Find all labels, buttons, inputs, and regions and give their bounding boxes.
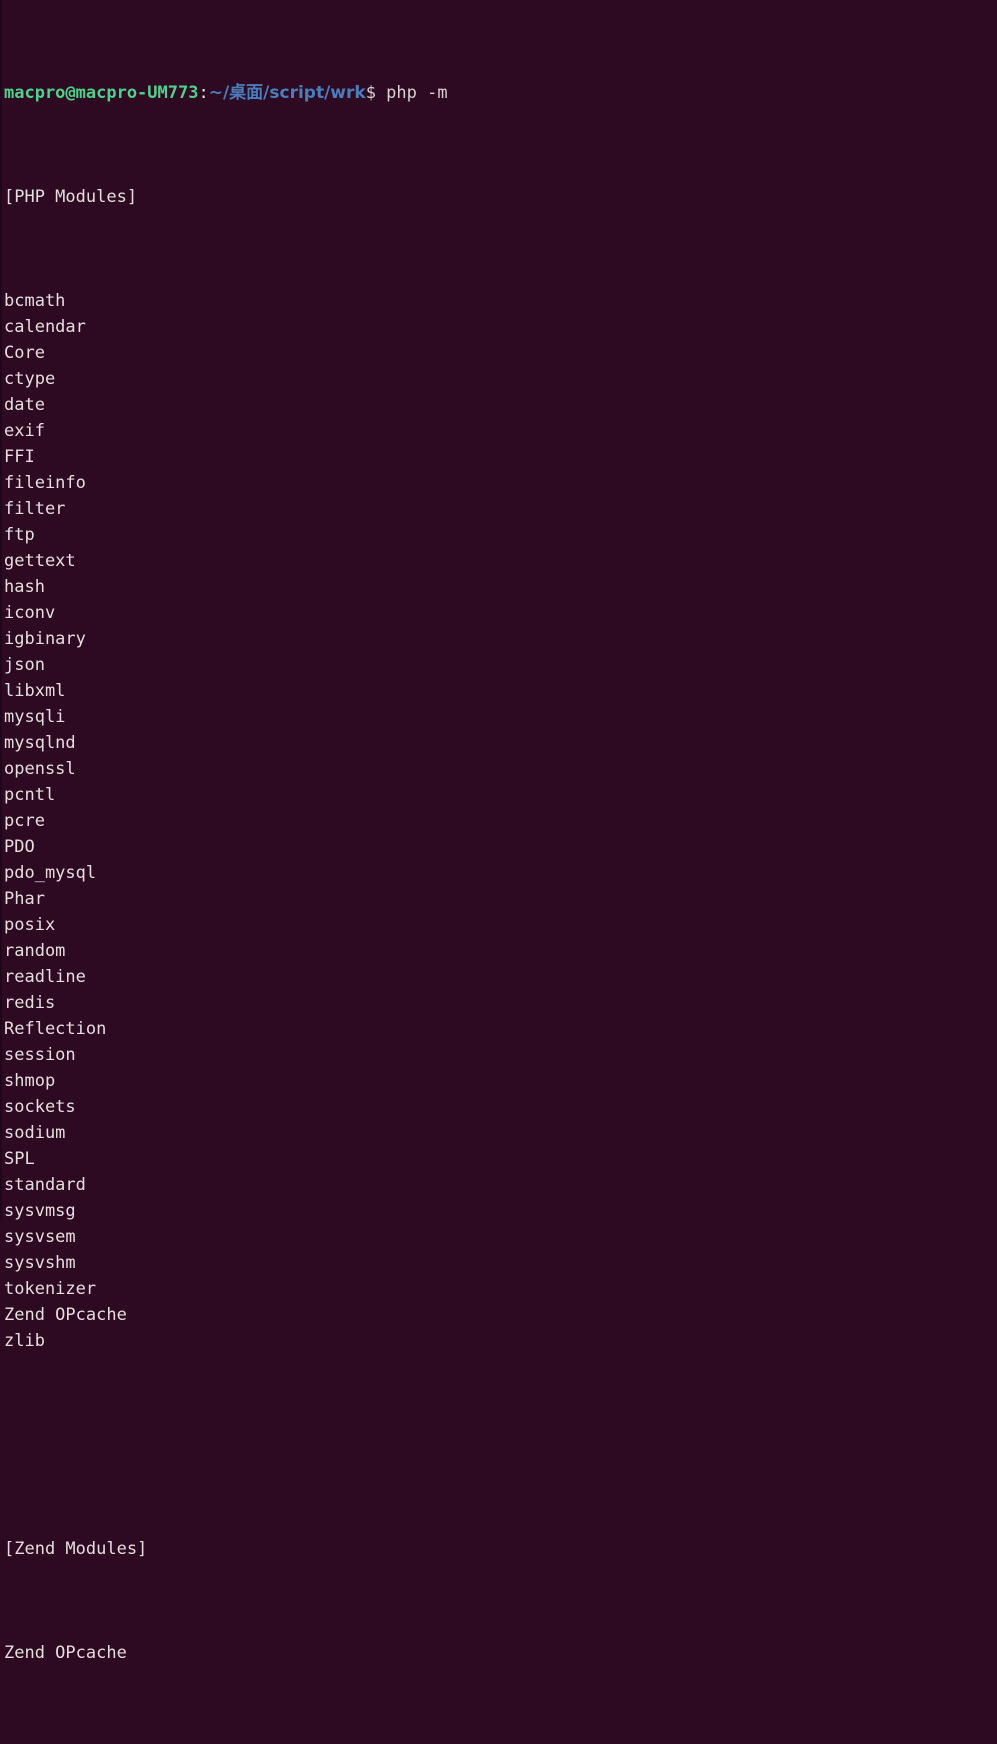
php-module-item: filter	[4, 499, 66, 519]
php-module-item: date	[4, 395, 45, 415]
php-module-item: pcre	[4, 811, 45, 831]
php-module-item: sysvshm	[4, 1253, 76, 1273]
php-module-item: Core	[4, 343, 45, 363]
php-module-item: PDO	[4, 837, 35, 857]
php-module-item: sysvsem	[4, 1227, 76, 1247]
php-module-item: sockets	[4, 1097, 76, 1117]
php-module-item: json	[4, 655, 45, 675]
php-module-item: FFI	[4, 447, 35, 467]
php-module-item: exif	[4, 421, 45, 441]
php-module-item: sodium	[4, 1123, 66, 1143]
php-module-item: bcmath	[4, 291, 66, 311]
prompt-path: ~/桌面/script/wrk	[208, 83, 366, 103]
zend-module-item: Zend OPcache	[4, 1643, 127, 1663]
php-module-item: random	[4, 941, 66, 961]
prompt-line: macpro@macpro-UM773:~/桌面/script/wrk$ php…	[4, 80, 997, 106]
php-module-item: standard	[4, 1175, 86, 1195]
php-module-item: SPL	[4, 1149, 35, 1169]
php-module-item: redis	[4, 993, 56, 1013]
php-module-item: posix	[4, 915, 56, 935]
php-module-item: zlib	[4, 1331, 45, 1351]
prompt-user-host: macpro@macpro-UM773	[4, 83, 199, 103]
php-module-item: fileinfo	[4, 473, 86, 493]
zend-modules-list: Zend OPcache	[4, 1640, 997, 1666]
prompt-colon: :	[198, 83, 209, 103]
php-module-item: iconv	[4, 603, 56, 623]
terminal-window[interactable]: macpro@macpro-UM773:~/桌面/script/wrk$ php…	[0, 0, 997, 1663]
php-module-item: session	[4, 1045, 76, 1065]
php-module-item: igbinary	[4, 629, 86, 649]
php-module-item: openssl	[4, 759, 76, 779]
php-modules-list: bcmath calendar Core ctype date exif FFI filein…	[4, 288, 997, 1354]
php-module-item: pdo_mysql	[4, 863, 97, 883]
php-module-item: Reflection	[4, 1019, 107, 1039]
php-module-item: hash	[4, 577, 45, 597]
php-module-item: ctype	[4, 369, 56, 389]
php-module-item: Phar	[4, 889, 45, 909]
php-module-item: ftp	[4, 525, 35, 545]
prompt-command: $ php -m	[365, 83, 448, 103]
php-module-item: calendar	[4, 317, 86, 337]
terminal-screen[interactable]: macpro@macpro-UM773:~/桌面/script/wrk$ php…	[0, 2, 997, 1744]
php-module-item: readline	[4, 967, 86, 987]
php-module-item: Zend OPcache	[4, 1305, 127, 1325]
php-modules-header: [PHP Modules]	[4, 187, 138, 207]
php-module-item: gettext	[4, 551, 76, 571]
php-module-item: shmop	[4, 1071, 56, 1091]
php-module-item: sysvmsg	[4, 1201, 76, 1221]
php-module-item: pcntl	[4, 785, 56, 805]
php-module-item: tokenizer	[4, 1279, 97, 1299]
php-module-item: libxml	[4, 681, 66, 701]
zend-modules-header: [Zend Modules]	[4, 1539, 148, 1559]
php-module-item: mysqlnd	[4, 733, 76, 753]
php-module-item: mysqli	[4, 707, 66, 727]
